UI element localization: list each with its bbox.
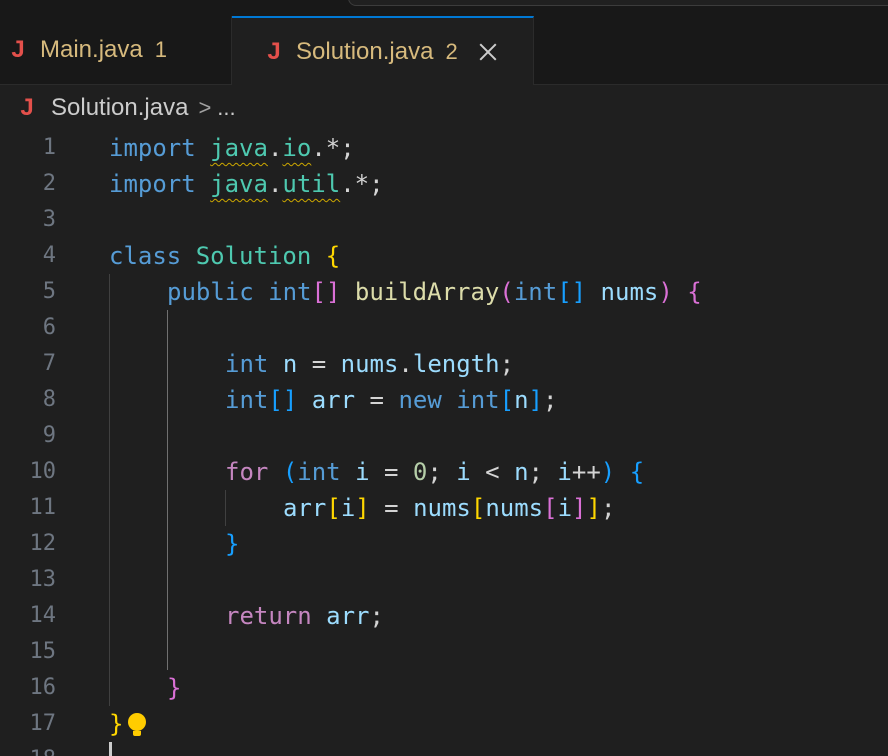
line-number: 11 bbox=[29, 495, 57, 520]
code-line[interactable]: 1 import java.io.*; bbox=[0, 130, 888, 166]
tab-solution-java[interactable]: J Solution.java 2 bbox=[232, 16, 534, 85]
code-text: int[] arr = new int[n]; bbox=[225, 386, 558, 414]
code-line[interactable]: 17} bbox=[0, 706, 888, 742]
tab-main-java[interactable]: J Main.java 1 bbox=[0, 16, 232, 84]
line-number: 5 bbox=[42, 279, 56, 304]
code-line[interactable]: 6 bbox=[0, 310, 888, 346]
code-text: int n = nums.length; bbox=[225, 350, 515, 378]
code-line[interactable]: 12} bbox=[0, 526, 888, 562]
line-number: 8 bbox=[42, 387, 56, 412]
line-number: 4 bbox=[42, 243, 56, 268]
chevron-right-icon: > bbox=[198, 95, 212, 120]
close-icon[interactable] bbox=[478, 42, 498, 62]
code-line[interactable]: 13 bbox=[0, 562, 888, 598]
line-number: 2 bbox=[42, 171, 56, 196]
code-text: return arr; bbox=[225, 602, 384, 630]
code-text: } bbox=[167, 674, 182, 702]
line-number: 13 bbox=[29, 567, 57, 592]
java-file-icon: J bbox=[20, 94, 34, 121]
code-line[interactable]: 8 int[] arr = new int[n]; bbox=[0, 382, 888, 418]
breadcrumb: J Solution.java > ... bbox=[0, 86, 888, 130]
command-center[interactable] bbox=[348, 0, 888, 6]
code-line[interactable]: 4 class Solution { bbox=[0, 238, 888, 274]
code-text: public int[] buildArray(int[] nums) { bbox=[167, 278, 702, 306]
code-editor[interactable]: 1 import java.io.*; 2 import java.util.*; 3 4… bbox=[0, 130, 888, 756]
code-line[interactable]: 5 public int[] buildArray(int[] nums) { bbox=[0, 274, 888, 310]
code-line[interactable]: 3 bbox=[0, 202, 888, 238]
line-number: 3 bbox=[42, 207, 56, 232]
line-number: 16 bbox=[29, 675, 57, 700]
code-line[interactable]: 15 bbox=[0, 634, 888, 670]
line-number: 18 bbox=[0, 742, 57, 756]
code-line[interactable]: 14 return arr; bbox=[0, 598, 888, 634]
breadcrumb-file[interactable]: Solution.java bbox=[51, 94, 188, 122]
problem-count: 2 bbox=[445, 38, 458, 64]
line-number: 6 bbox=[42, 315, 56, 340]
line-number: 12 bbox=[29, 531, 57, 556]
problem-count: 1 bbox=[154, 37, 167, 62]
line-number: 1 bbox=[42, 135, 56, 160]
code-text: import java.io.*; bbox=[109, 134, 355, 162]
code-line[interactable]: 18 bbox=[0, 742, 888, 756]
java-file-icon: J bbox=[267, 37, 281, 65]
text-cursor bbox=[109, 742, 112, 756]
line-number: 10 bbox=[29, 459, 57, 484]
line-number: 14 bbox=[29, 603, 57, 628]
lightbulb-icon[interactable] bbox=[127, 711, 147, 739]
line-number: 15 bbox=[29, 639, 57, 664]
tab-label: Main.java bbox=[40, 36, 143, 63]
code-text: arr[i] = nums[nums[i]]; bbox=[283, 494, 616, 522]
title-strip bbox=[0, 0, 888, 16]
line-number: 17 bbox=[29, 711, 57, 736]
code-text: } bbox=[225, 530, 240, 558]
code-line[interactable]: 16} bbox=[0, 670, 888, 706]
breadcrumb-symbols[interactable]: ... bbox=[217, 95, 235, 121]
tab-label: Solution.java bbox=[296, 37, 434, 65]
code-text: class Solution { bbox=[109, 242, 341, 270]
code-line[interactable]: 11 arr[i] = nums[nums[i]]; bbox=[0, 490, 888, 526]
code-line[interactable]: 9 bbox=[0, 418, 888, 454]
tab-bar: J Main.java 1 J Solution.java 2 bbox=[0, 16, 888, 85]
java-file-icon: J bbox=[11, 36, 25, 63]
line-number: 7 bbox=[42, 351, 56, 376]
code-line[interactable]: 2 import java.util.*; bbox=[0, 166, 888, 202]
code-text: } bbox=[109, 706, 147, 742]
code-line[interactable]: 10 for (int i = 0; i < n; i++) { bbox=[0, 454, 888, 490]
code-text: import java.util.*; bbox=[109, 170, 384, 198]
line-number: 9 bbox=[42, 423, 56, 448]
editor-window: J Main.java 1 J Solution.java 2 J Soluti… bbox=[0, 0, 888, 756]
code-text: for (int i = 0; i < n; i++) { bbox=[225, 458, 645, 486]
code-line[interactable]: 7 int n = nums.length; bbox=[0, 346, 888, 382]
